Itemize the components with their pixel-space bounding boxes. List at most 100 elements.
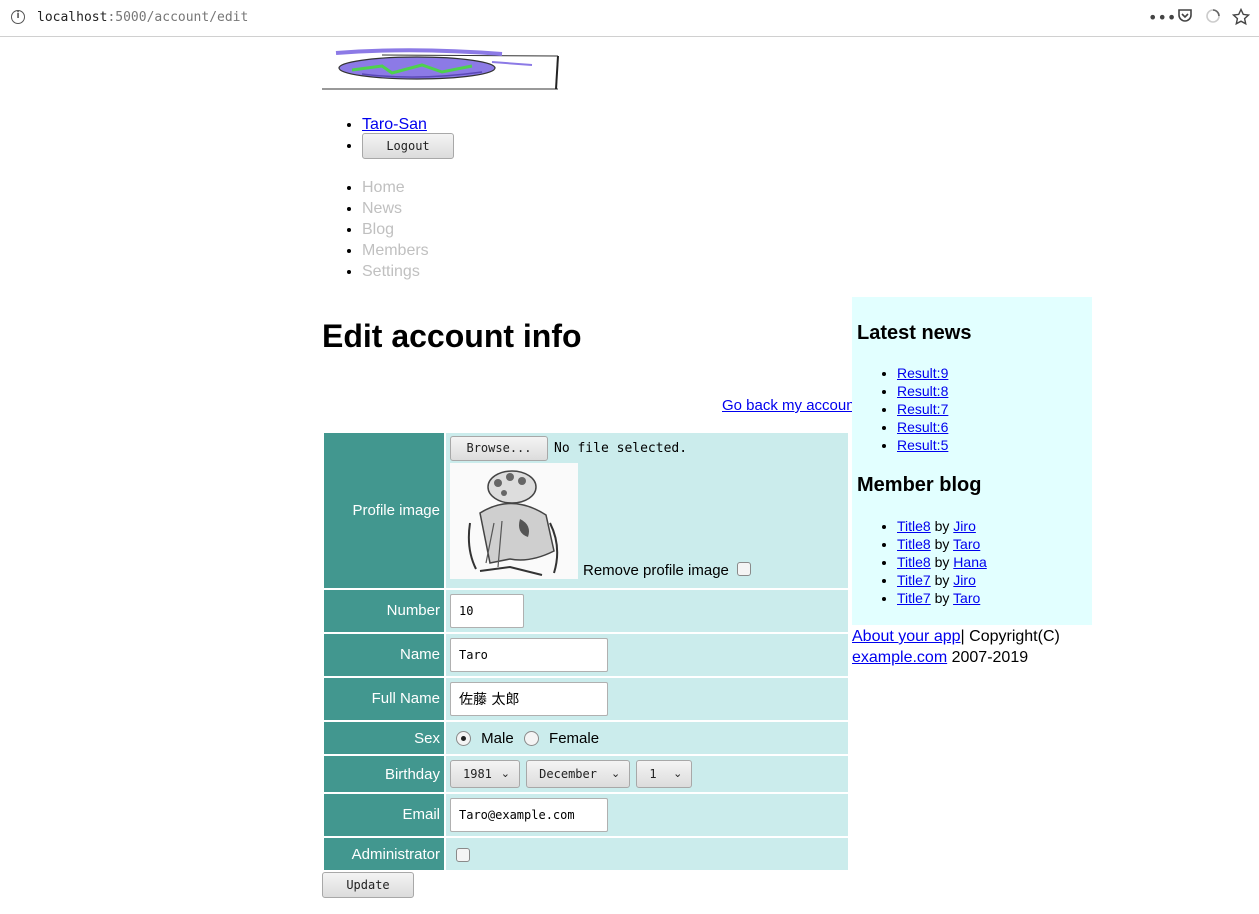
sex-male-radio[interactable] [456,731,471,747]
profile-image [450,463,578,579]
remove-image-label: Remove profile image [583,562,729,579]
birthday-year-value: 1981 [463,767,492,781]
news-item: Result:7 [897,400,948,418]
sex-label: Sex [324,722,444,754]
remove-image-checkbox[interactable] [736,562,751,576]
pocket-icon[interactable] [1177,8,1193,28]
sex-cell: Male Female [446,722,848,754]
full-name-cell [446,678,848,720]
nav-item-news[interactable]: News [362,198,429,219]
user-menu-item: Logout [362,133,454,162]
chevron-down-icon: ⌄ [500,767,510,780]
birthday-month-value: December [539,767,597,781]
nav-item-home[interactable]: Home [362,177,429,198]
blog-author-link[interactable]: Hana [953,554,986,570]
member-blog-heading: Member blog [857,474,982,496]
copyright-text: | Copyright(C) [960,628,1060,645]
by-text: by [934,536,950,552]
loading-icon [1205,8,1221,28]
news-list: Result:9 Result:8 Result:7 Result:6 Resu… [897,364,948,454]
sex-male-label: Male [481,729,514,747]
news-item: Result:5 [897,436,948,454]
news-item: Result:6 [897,418,948,436]
site-info-icon[interactable]: i [11,10,25,24]
news-link[interactable]: Result:5 [897,437,948,453]
blog-author-link[interactable]: Taro [953,536,980,552]
email-input[interactable] [450,798,608,832]
full-name-input[interactable] [450,682,608,716]
administrator-checkbox[interactable] [456,847,470,862]
form-row-number: Number [324,590,848,632]
update-button[interactable]: Update [322,872,414,898]
birthday-cell: 1981 ⌄ December ⌄ 1 ⌄ [446,756,848,792]
page-actions-icon[interactable]: ••• [1148,8,1176,27]
sex-female-radio[interactable] [523,731,539,747]
name-input[interactable] [450,638,608,672]
blog-author-link[interactable]: Jiro [953,572,976,588]
by-text: by [934,518,950,534]
nav-item-settings[interactable]: Settings [362,261,429,282]
blog-title-link[interactable]: Title7 [897,572,931,588]
news-link[interactable]: Result:7 [897,401,948,417]
birthday-day-select[interactable]: 1 ⌄ [636,760,693,788]
main-nav: Home News Blog Members Settings [362,177,429,282]
form-row-profile-image: Profile image Browse... No file selected… [324,433,848,588]
blog-item: Title8 by Hana [897,553,987,571]
chevron-down-icon: ⌄ [610,767,621,780]
go-back-link[interactable]: Go back my account [722,397,859,414]
number-label: Number [324,590,444,632]
email-cell [446,794,848,836]
by-text: by [934,590,950,606]
logout-button[interactable]: Logout [362,133,454,159]
birthday-year-select[interactable]: 1981 ⌄ [450,760,520,788]
sex-female-label: Female [549,729,600,747]
sidebar: Latest news Result:9 Result:8 Result:7 R… [852,297,1092,625]
latest-news-heading: Latest news [857,322,972,344]
site-link[interactable]: example.com [852,649,947,666]
name-cell [446,634,848,676]
about-link[interactable]: About your app [852,628,961,645]
by-text: by [934,572,950,588]
blog-author-link[interactable]: Taro [953,590,980,606]
number-input[interactable] [450,594,524,628]
bookmark-star-icon[interactable] [1231,7,1251,30]
site-logo[interactable] [322,48,562,90]
file-status: No file selected. [554,440,688,456]
nav-item-members[interactable]: Members [362,240,429,261]
form-row-birthday: Birthday 1981 ⌄ December ⌄ 1 ⌄ [324,756,848,792]
account-form: Profile image Browse... No file selected… [322,431,850,872]
blog-item: Title8 by Taro [897,535,987,553]
url-host: localhost [37,10,108,25]
form-row-administrator: Administrator [324,838,848,870]
administrator-cell [446,838,848,870]
user-menu-item: Taro-San [362,114,454,135]
full-name-label: Full Name [324,678,444,720]
chevron-down-icon: ⌄ [673,767,683,780]
blog-title-link[interactable]: Title8 [897,518,931,534]
blog-item: Title7 by Jiro [897,571,987,589]
birthday-label: Birthday [324,756,444,792]
email-label: Email [324,794,444,836]
blog-title-link[interactable]: Title7 [897,590,931,606]
copyright-years: 2007-2019 [947,649,1029,666]
url-path: :5000/account/edit [107,10,249,25]
news-link[interactable]: Result:9 [897,365,948,381]
blog-list: Title8 by Jiro Title8 by Taro Title8 by … [897,517,987,607]
blog-title-link[interactable]: Title8 [897,554,931,570]
username-link[interactable]: Taro-San [362,116,427,133]
nav-item-blog[interactable]: Blog [362,219,429,240]
profile-image-label: Profile image [324,433,444,588]
footer: About your app| Copyright(C) example.com… [852,626,1082,668]
blog-author-link[interactable]: Jiro [953,518,976,534]
news-link[interactable]: Result:6 [897,419,948,435]
number-cell [446,590,848,632]
url-field[interactable]: localhost:5000/account/edit [37,10,248,25]
user-menu: Taro-San Logout [362,114,454,162]
blog-item: Title8 by Jiro [897,517,987,535]
form-row-email: Email [324,794,848,836]
blog-title-link[interactable]: Title8 [897,536,931,552]
by-text: by [934,554,950,570]
birthday-month-select[interactable]: December ⌄ [526,760,631,788]
news-link[interactable]: Result:8 [897,383,948,399]
browse-button[interactable]: Browse... [450,435,548,461]
